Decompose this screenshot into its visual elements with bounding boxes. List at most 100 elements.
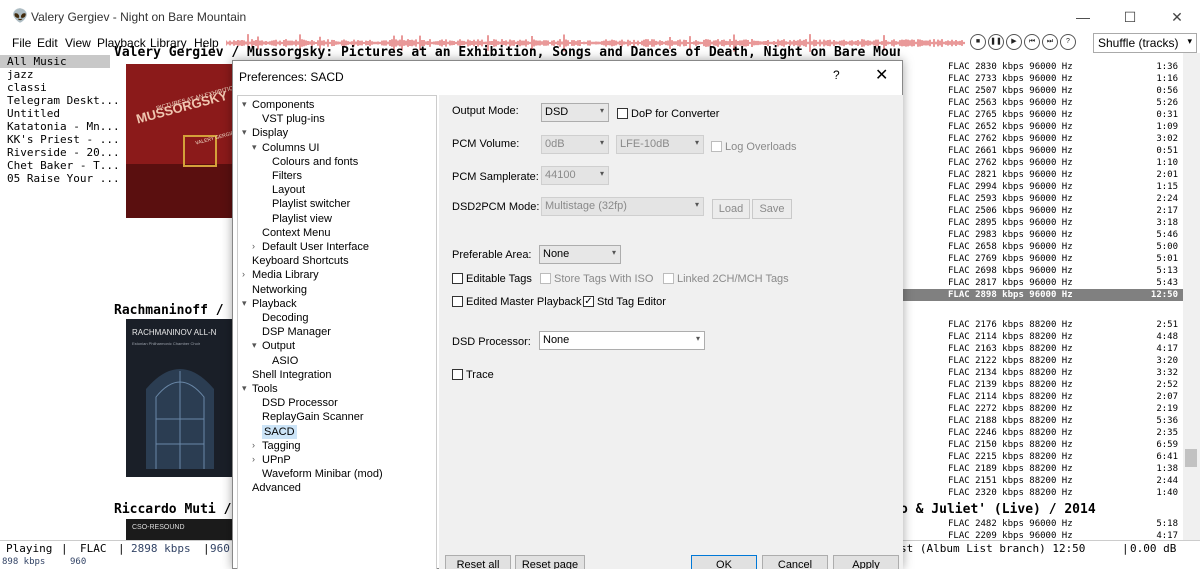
track-row[interactable]: FLAC 2698 kbps 96000 Hz 5:13: [900, 265, 1183, 277]
tree-item[interactable]: Media Library: [252, 268, 319, 282]
tree-item[interactable]: Context Menu: [262, 226, 330, 240]
playlist-item[interactable]: Telegram Deskt...: [7, 94, 120, 107]
output-mode-combo[interactable]: DSD ▾: [541, 103, 609, 122]
editable-tags-checkbox[interactable]: [452, 273, 463, 284]
track-row[interactable]: FLAC 2895 kbps 96000 Hz 3:18: [900, 217, 1183, 229]
track-row[interactable]: FLAC 2762 kbps 96000 Hz 3:02: [900, 133, 1183, 145]
track-row[interactable]: FLAC 2134 kbps 88200 Hz 3:32: [900, 367, 1183, 379]
track-row[interactable]: FLAC 2150 kbps 88200 Hz 6:59: [900, 439, 1183, 451]
playlist-item[interactable]: jazz: [7, 68, 34, 81]
track-row[interactable]: FLAC 2983 kbps 96000 Hz 5:46: [900, 229, 1183, 241]
load-button[interactable]: Load: [712, 199, 750, 219]
dop-checkbox[interactable]: [617, 108, 628, 119]
help-button[interactable]: ?: [833, 68, 840, 82]
chevron-down-icon[interactable]: ▾: [252, 340, 257, 351]
track-list-scrollbar[interactable]: [1183, 53, 1200, 540]
linked-tags-checkbox[interactable]: [663, 273, 674, 284]
track-row[interactable]: FLAC 2658 kbps 96000 Hz 5:00: [900, 241, 1183, 253]
reset-page-button[interactable]: Reset page: [515, 555, 585, 569]
track-row[interactable]: FLAC 2563 kbps 96000 Hz 5:26: [900, 97, 1183, 109]
track-row[interactable]: FLAC 2769 kbps 96000 Hz 5:01: [900, 253, 1183, 265]
maximize-button[interactable]: ☐: [1107, 4, 1153, 30]
playlist-item[interactable]: Chet Baker - T...: [7, 159, 120, 172]
track-row[interactable]: FLAC 2482 kbps 96000 Hz 5:18: [900, 518, 1183, 530]
track-row[interactable]: FLAC 2733 kbps 96000 Hz 1:16: [900, 73, 1183, 85]
chevron-down-icon[interactable]: ▾: [242, 99, 247, 110]
tree-item[interactable]: Output: [262, 339, 295, 353]
dialog-close-button[interactable]: ✕: [875, 65, 888, 85]
tree-item[interactable]: Columns UI: [262, 141, 319, 155]
track-row[interactable]: FLAC 2176 kbps 88200 Hz 2:51: [900, 319, 1183, 331]
playlist-item[interactable]: 05 Raise Your ...: [7, 172, 120, 185]
tree-item[interactable]: Tools: [252, 382, 278, 396]
group-header-gergiev[interactable]: Valery Gergiev / Mussorgsky: Pictures at…: [114, 45, 900, 60]
tree-item[interactable]: DSD Processor: [262, 396, 338, 410]
tree-item[interactable]: Networking: [252, 283, 307, 297]
chevron-right-icon[interactable]: ›: [252, 440, 255, 450]
track-row[interactable]: FLAC 2320 kbps 88200 Hz 1:40: [900, 487, 1183, 499]
tree-item[interactable]: Layout: [272, 183, 305, 197]
track-row[interactable]: FLAC 2652 kbps 96000 Hz 1:09: [900, 121, 1183, 133]
track-row[interactable]: FLAC 2661 kbps 96000 Hz 0:51: [900, 145, 1183, 157]
next-button[interactable]: ⏭: [1042, 34, 1058, 50]
track-row[interactable]: FLAC 2817 kbps 96000 Hz 5:43: [900, 277, 1183, 289]
reset-all-button[interactable]: Reset all: [445, 555, 511, 569]
store-tags-checkbox[interactable]: [540, 273, 551, 284]
group-header-rachmaninoff[interactable]: Rachmaninoff /: [114, 303, 224, 318]
chevron-down-icon[interactable]: ▾: [242, 298, 247, 309]
track-row[interactable]: FLAC 2114 kbps 88200 Hz 4:48: [900, 331, 1183, 343]
tree-item[interactable]: Waveform Minibar (mod): [262, 467, 383, 481]
track-row[interactable]: FLAC 2898 kbps 96000 Hz 12:50: [900, 289, 1183, 301]
chevron-down-icon[interactable]: ▾: [242, 127, 247, 138]
track-row[interactable]: FLAC 2830 kbps 96000 Hz 1:36: [900, 61, 1183, 73]
tree-item[interactable]: DSP Manager: [262, 325, 331, 339]
track-row[interactable]: FLAC 2506 kbps 96000 Hz 2:17: [900, 205, 1183, 217]
tree-item[interactable]: ReplayGain Scanner: [262, 410, 364, 424]
pcm-volume-combo[interactable]: 0dB ▾: [541, 135, 609, 154]
chevron-right-icon[interactable]: ›: [252, 241, 255, 251]
lfe-combo[interactable]: LFE-10dB ▾: [616, 135, 704, 154]
chevron-down-icon[interactable]: ▾: [242, 383, 247, 394]
previous-button[interactable]: ⏮: [1024, 34, 1040, 50]
playlist-item[interactable]: classi: [7, 81, 47, 94]
track-row[interactable]: FLAC 2994 kbps 96000 Hz 1:15: [900, 181, 1183, 193]
menu-edit[interactable]: Edit: [37, 36, 58, 50]
tree-item[interactable]: Playlist view: [272, 212, 332, 226]
save-button[interactable]: Save: [752, 199, 792, 219]
log-overloads-checkbox[interactable]: [711, 141, 722, 152]
play-button[interactable]: ▶: [1006, 34, 1022, 50]
tree-item[interactable]: SACD: [262, 424, 297, 439]
playlist-item[interactable]: Katatonia - Mn...: [7, 120, 120, 133]
tree-item[interactable]: Playlist switcher: [272, 197, 350, 211]
track-row[interactable]: FLAC 2209 kbps 96000 Hz 4:17: [900, 530, 1183, 540]
tree-item[interactable]: Playback: [252, 297, 297, 311]
track-row[interactable]: FLAC 2246 kbps 88200 Hz 2:35: [900, 427, 1183, 439]
chevron-down-icon[interactable]: ▾: [252, 142, 257, 153]
stop-button[interactable]: ■: [970, 34, 986, 50]
std-tag-editor-checkbox[interactable]: ✓: [583, 296, 594, 307]
playlist-item[interactable]: All Music: [0, 55, 110, 68]
cancel-button[interactable]: Cancel: [762, 555, 828, 569]
track-row[interactable]: FLAC 2765 kbps 96000 Hz 0:31: [900, 109, 1183, 121]
tree-item[interactable]: Tagging: [262, 439, 301, 453]
tree-item[interactable]: Keyboard Shortcuts: [252, 254, 349, 268]
tree-item[interactable]: Display: [252, 126, 288, 140]
edited-master-checkbox[interactable]: [452, 296, 463, 307]
random-button[interactable]: ?: [1060, 34, 1076, 50]
track-row[interactable]: FLAC 2151 kbps 88200 Hz 2:44: [900, 475, 1183, 487]
playback-order-dropdown[interactable]: Shuffle (tracks) ▾: [1093, 33, 1197, 53]
preferable-area-combo[interactable]: None ▾: [539, 245, 621, 264]
track-row[interactable]: FLAC 2189 kbps 88200 Hz 1:38: [900, 463, 1183, 475]
tree-item[interactable]: UPnP: [262, 453, 291, 467]
track-row[interactable]: FLAC 2188 kbps 88200 Hz 5:36: [900, 415, 1183, 427]
dsd-processor-combo[interactable]: None ▾: [539, 331, 705, 350]
playlist-item[interactable]: KK's Priest - ...: [7, 133, 120, 146]
group-header-muti[interactable]: Riccardo Muti /: [114, 502, 231, 517]
tree-item[interactable]: ASIO: [272, 354, 298, 368]
pcm-samplerate-combo[interactable]: 44100 ▾: [541, 166, 609, 185]
close-button[interactable]: ✕: [1154, 4, 1200, 30]
scrollbar-thumb[interactable]: [1185, 449, 1197, 467]
playlist-item[interactable]: Riverside - 20...: [7, 146, 120, 159]
ok-button[interactable]: OK: [691, 555, 757, 569]
track-row[interactable]: FLAC 2593 kbps 96000 Hz 2:24: [900, 193, 1183, 205]
